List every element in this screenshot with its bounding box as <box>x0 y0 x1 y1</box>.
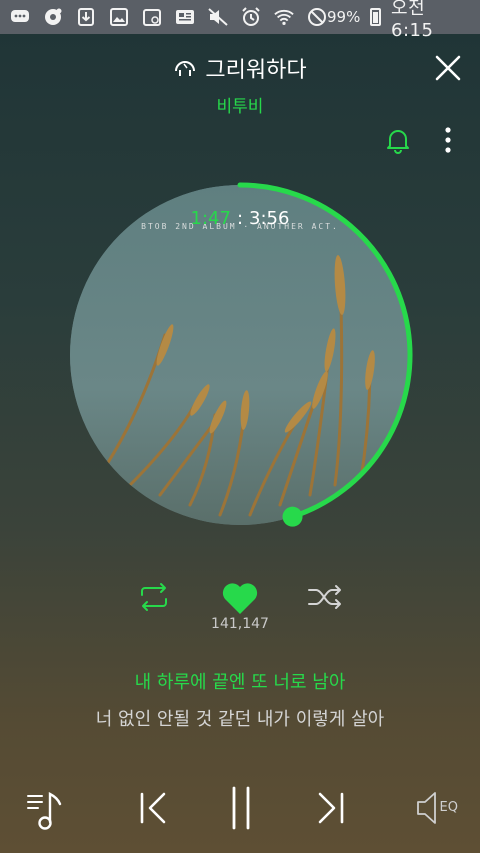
status-clock: 오전 6:15 <box>391 0 434 41</box>
status-bar: 99% 오전 6:15 <box>0 0 480 41</box>
alarm-icon <box>241 7 261 27</box>
repeat-icon <box>141 583 167 611</box>
progress-knob[interactable] <box>282 506 303 527</box>
calendar-icon <box>142 7 162 27</box>
song-title-row: 그리워하다 <box>0 52 480 84</box>
close-icon <box>435 55 461 81</box>
close-button[interactable] <box>432 52 464 84</box>
time-separator: : <box>236 208 244 229</box>
previous-icon <box>140 792 166 824</box>
repeat-button[interactable] <box>136 582 172 612</box>
more-options-button[interactable] <box>440 126 456 156</box>
action-row <box>0 582 480 616</box>
artist-name[interactable]: 비투비 <box>0 92 480 117</box>
total-time: 3:56 <box>249 208 290 229</box>
playlist-music-icon <box>27 792 62 830</box>
like-count: 141,147 <box>211 616 269 632</box>
eq-label: EQ <box>439 800 458 815</box>
headphones-icon <box>173 57 197 79</box>
like-button[interactable] <box>220 582 260 616</box>
pause-button[interactable] <box>224 784 258 832</box>
news-icon <box>175 7 195 27</box>
current-time: 1:47 <box>190 208 231 229</box>
lyric-next-line[interactable]: 너 없인 안될 것 같던 내가 이렇게 살아 <box>0 705 480 731</box>
playlist-button[interactable] <box>26 788 68 832</box>
heart-icon <box>222 583 258 614</box>
more-vertical-icon <box>445 127 451 153</box>
gallery-icon <box>109 7 129 27</box>
chat-bubble-icon <box>10 7 30 27</box>
time-display: 1:47:3:56 <box>0 208 480 229</box>
progress-arc <box>237 182 413 520</box>
download-icon <box>76 7 96 27</box>
pause-icon <box>232 786 250 830</box>
bell-icon <box>387 130 409 154</box>
song-title: 그리워하다 <box>205 58 307 83</box>
next-button[interactable] <box>314 788 348 828</box>
do-not-disturb-icon <box>307 7 327 27</box>
shuffle-button[interactable] <box>306 582 344 612</box>
progress-ring[interactable] <box>60 175 420 535</box>
next-icon <box>318 792 344 824</box>
mute-icon <box>208 7 228 27</box>
battery-icon <box>370 8 382 26</box>
previous-button[interactable] <box>136 788 170 828</box>
lyric-current-line[interactable]: 내 하루에 끝엔 또 너로 남아 <box>0 668 480 694</box>
playback-controls: EQ <box>0 780 480 840</box>
shuffle-icon <box>308 585 341 609</box>
notification-button[interactable] <box>384 126 412 154</box>
record-icon <box>43 7 63 27</box>
equalizer-button[interactable]: EQ <box>414 788 462 828</box>
wifi-icon <box>274 7 294 27</box>
battery-percent: 99% <box>327 8 361 26</box>
notification-icons <box>10 7 327 27</box>
